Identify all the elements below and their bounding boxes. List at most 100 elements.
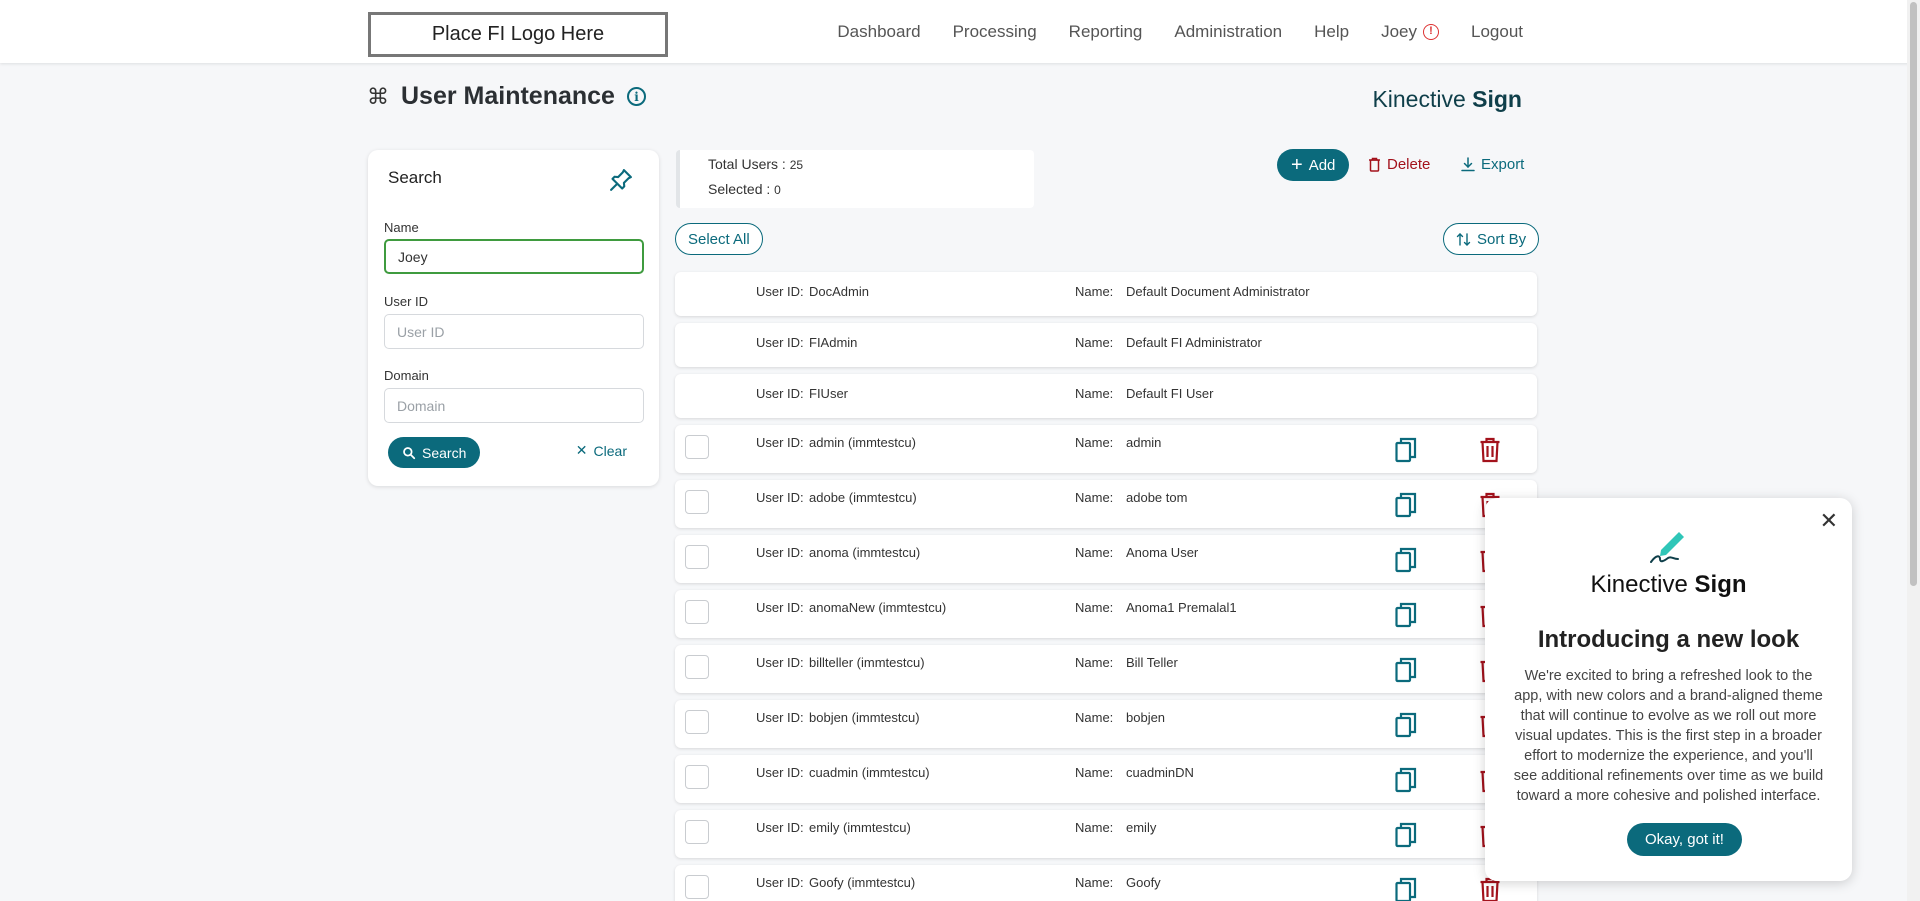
user-id-label: User ID: — [756, 435, 804, 450]
brand-light-text: Kinective — [1372, 86, 1473, 112]
user-row[interactable]: User ID: anomaNew (immtestcu) Name: Anom… — [675, 590, 1537, 638]
nav-dashboard[interactable]: Dashboard — [837, 22, 920, 42]
row-checkbox[interactable] — [685, 545, 709, 569]
user-row[interactable]: User ID: Goofy (immtestcu) Name: Goofy — [675, 865, 1537, 901]
add-button-label: Add — [1308, 156, 1336, 174]
sort-by-label: Sort By — [1477, 230, 1527, 248]
domain-input[interactable] — [384, 388, 644, 423]
nav-processing[interactable]: Processing — [953, 22, 1037, 42]
close-icon: ✕ — [575, 442, 588, 458]
delete-button[interactable]: Delete — [1368, 156, 1430, 173]
trash-icon[interactable] — [1479, 437, 1501, 463]
user-id-value: FIUser — [809, 386, 848, 401]
copy-icon[interactable] — [1395, 822, 1417, 848]
nav-reporting[interactable]: Reporting — [1069, 22, 1143, 42]
sort-by-button[interactable]: Sort By — [1443, 223, 1540, 255]
row-checkbox[interactable] — [685, 820, 709, 844]
info-icon[interactable]: i — [626, 87, 646, 106]
name-label: Name: — [1075, 875, 1114, 890]
user-id-value: DocAdmin — [809, 284, 869, 299]
name-input[interactable] — [384, 239, 644, 274]
copy-icon[interactable] — [1395, 602, 1417, 628]
user-list: User ID: DocAdmin Name: Default Document… — [675, 272, 1537, 901]
okay-got-it-button[interactable]: Okay, got it! — [1627, 823, 1742, 856]
user-id-value: anoma (immtestcu) — [809, 545, 921, 560]
user-summary: Total Users : 25 Selected : 0 — [676, 150, 1034, 208]
page-title: User Maintenance — [401, 82, 615, 110]
name-value: Bill Teller — [1126, 655, 1178, 670]
signature-pen-icon — [1485, 528, 1852, 566]
nav-user-menu[interactable]: Joey ! — [1381, 22, 1439, 42]
name-value: Anoma User — [1126, 545, 1199, 560]
copy-icon[interactable] — [1395, 547, 1417, 573]
name-label: Name: — [1075, 386, 1114, 401]
user-id-value: adobe (immtestcu) — [809, 490, 917, 505]
user-row[interactable]: User ID: bobjen (immtestcu) Name: bobjen — [675, 700, 1537, 748]
user-id-label: User ID: — [756, 600, 804, 615]
user-row[interactable]: User ID: emily (immtestcu) Name: emily — [675, 810, 1537, 858]
copy-icon[interactable] — [1395, 437, 1417, 463]
main-nav: Dashboard Processing Reporting Administr… — [837, 0, 1523, 63]
popup-brand: Kinective Sign — [1485, 571, 1852, 599]
clear-button[interactable]: ✕ Clear — [576, 442, 627, 459]
trash-icon — [1369, 157, 1380, 172]
copy-icon[interactable] — [1395, 492, 1417, 518]
user-id-label: User ID: — [756, 820, 804, 835]
user-id-label: User ID: — [756, 335, 804, 350]
popup-body: We're excited to bring a refreshed look … — [1513, 668, 1824, 804]
copy-icon[interactable] — [1395, 877, 1417, 901]
nav-logout[interactable]: Logout — [1471, 22, 1523, 42]
user-row[interactable]: User ID: admin (immtestcu) Name: admin — [675, 425, 1537, 473]
export-button[interactable]: Export — [1461, 156, 1524, 173]
user-id-label: User ID: — [756, 386, 804, 401]
user-row[interactable]: User ID: adobe (immtestcu) Name: adobe t… — [675, 480, 1537, 528]
name-value: admin — [1126, 435, 1162, 450]
export-button-label: Export — [1481, 156, 1525, 173]
user-id-value: anomaNew (immtestcu) — [809, 600, 947, 615]
nav-help[interactable]: Help — [1314, 22, 1349, 42]
scroll-thumb[interactable] — [1910, 2, 1917, 586]
pin-icon[interactable] — [607, 166, 635, 194]
row-checkbox[interactable] — [685, 490, 709, 514]
add-button[interactable]: + Add — [1277, 149, 1350, 181]
system-user-row[interactable]: User ID: FIAdmin Name: Default FI Admini… — [675, 323, 1537, 367]
selected-users: Selected : 0 — [708, 181, 781, 197]
name-label: Name: — [1075, 490, 1114, 505]
name-value: Goofy — [1126, 875, 1161, 890]
copy-icon[interactable] — [1395, 657, 1417, 683]
search-button[interactable]: Search — [388, 437, 481, 468]
userid-input[interactable] — [384, 314, 644, 349]
user-row[interactable]: User ID: cuadmin (immtestcu) Name: cuadm… — [675, 755, 1537, 803]
row-checkbox[interactable] — [685, 710, 709, 734]
system-user-row[interactable]: User ID: DocAdmin Name: Default Document… — [675, 272, 1537, 316]
row-checkbox[interactable] — [685, 765, 709, 789]
name-value: emily — [1126, 820, 1157, 835]
total-users-label: Total Users : — [708, 156, 790, 172]
nav-administration[interactable]: Administration — [1174, 22, 1282, 42]
user-row[interactable]: User ID: anoma (immtestcu) Name: Anoma U… — [675, 535, 1537, 583]
name-label: Name: — [1075, 710, 1114, 725]
row-checkbox[interactable] — [685, 600, 709, 624]
system-user-row[interactable]: User ID: FIUser Name: Default FI User — [675, 374, 1537, 418]
row-checkbox[interactable] — [685, 875, 709, 899]
name-label: Name — [384, 220, 419, 235]
page-scrollbar[interactable] — [1907, 0, 1920, 901]
user-id-value: emily (immtestcu) — [809, 820, 911, 835]
command-icon: ⌘ — [367, 83, 389, 109]
user-id-label: User ID: — [756, 765, 804, 780]
fi-logo-placeholder[interactable]: Place FI Logo Here — [368, 12, 668, 57]
copy-icon[interactable] — [1395, 712, 1417, 738]
clear-button-label: Clear — [593, 442, 627, 459]
copy-icon[interactable] — [1395, 767, 1417, 793]
total-users-value: 25 — [789, 158, 804, 172]
new-look-popup: ✕ Kinective Sign Introducing a new look … — [1485, 498, 1852, 881]
name-label: Name: — [1075, 284, 1114, 299]
brand-bold-text: Sign — [1472, 86, 1522, 112]
selected-label: Selected : — [708, 181, 775, 197]
row-checkbox[interactable] — [685, 655, 709, 679]
name-label: Name: — [1075, 600, 1114, 615]
row-checkbox[interactable] — [685, 435, 709, 459]
domain-label: Domain — [384, 368, 429, 383]
user-row[interactable]: User ID: billteller (immtestcu) Name: Bi… — [675, 645, 1537, 693]
select-all-button[interactable]: Select All — [675, 223, 763, 255]
